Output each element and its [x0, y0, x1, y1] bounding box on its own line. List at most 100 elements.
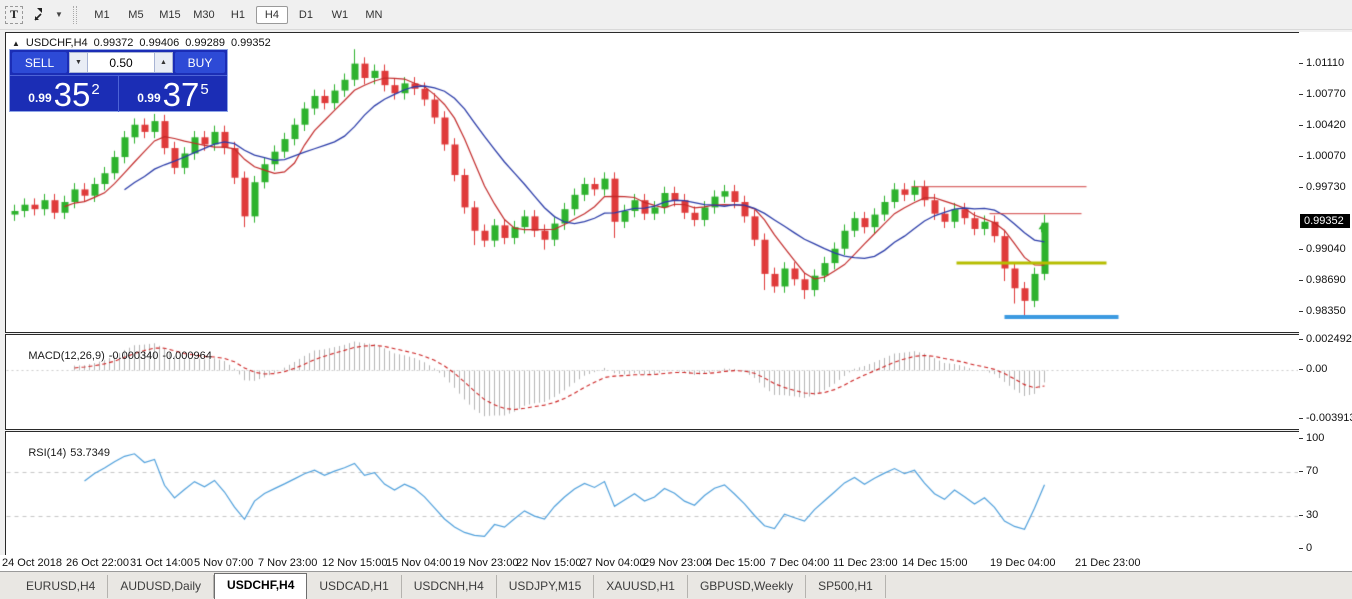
ohlc-open: 0.99372 — [94, 37, 134, 49]
chart-tab-sp500-h1[interactable]: SP500,H1 — [806, 575, 886, 598]
chart-tab-usdjpy-m15[interactable]: USDJPY,M15 — [497, 575, 594, 598]
chart-tab-audusd-daily[interactable]: AUDUSD,Daily — [108, 575, 214, 598]
price-axis-label: 1.00420 — [1306, 119, 1346, 131]
collapse-triangle-icon[interactable]: ▲ — [12, 39, 20, 48]
text-tool-icon: T — [5, 6, 23, 24]
axis-tick-mark — [1299, 515, 1303, 516]
macd-axis-label: -0.003913 — [1306, 412, 1352, 424]
sell-price-display[interactable]: 0.99 35 2 — [10, 76, 119, 112]
price-axis-label: 0.98690 — [1306, 274, 1346, 286]
volume-increase-button[interactable]: ▲ — [154, 52, 173, 73]
rsi-axis-label: 100 — [1306, 432, 1324, 444]
date-axis-label: 29 Nov 23:00 — [643, 557, 708, 569]
text-label-tool-button[interactable]: T — [4, 5, 24, 25]
sell-price-pips: 35 — [54, 80, 91, 110]
timeframe-button-m5[interactable]: M5 — [120, 6, 152, 24]
axis-tick-mark — [1299, 249, 1303, 250]
rsi-axis-label: 30 — [1306, 509, 1318, 521]
buy-button[interactable]: BUY — [175, 52, 225, 73]
timeframe-button-h4[interactable]: H4 — [256, 6, 288, 24]
axis-tick-mark — [1299, 369, 1303, 370]
chart-header: ▲ USDCHF,H4 0.99372 0.99406 0.99289 0.99… — [12, 37, 271, 49]
chevron-down-icon[interactable]: ▼ — [55, 10, 63, 19]
price-axis-label: 1.01110 — [1306, 57, 1344, 69]
date-axis-label: 14 Dec 15:00 — [902, 557, 967, 569]
date-axis-label: 27 Nov 04:00 — [580, 557, 645, 569]
one-click-trade-panel: SELL ▼ 0.50 ▲ BUY 0.99 35 2 0.99 37 5 — [9, 49, 228, 112]
timeframe-button-m30[interactable]: M30 — [188, 6, 220, 24]
date-axis-label: 24 Oct 2018 — [2, 557, 62, 569]
timeframe-button-d1[interactable]: D1 — [290, 6, 322, 24]
macd-axis-label: 0.00 — [1306, 363, 1327, 375]
rsi-value: 53.7349 — [70, 447, 110, 459]
macd-signal-value: -0.000964 — [162, 350, 212, 362]
chart-tab-gbpusd-weekly[interactable]: GBPUSD,Weekly — [688, 575, 806, 598]
price-axis-label: 0.99730 — [1306, 181, 1346, 193]
sell-button[interactable]: SELL — [12, 52, 67, 73]
buy-price-point: 5 — [200, 81, 208, 98]
chart-symbol-timeframe: USDCHF,H4 — [26, 37, 88, 49]
price-axis-label: 1.00070 — [1306, 150, 1346, 162]
price-axis[interactable]: 1.01110 1.00770 1.00420 1.00070 0.99730 0.990… — [1299, 32, 1352, 555]
axis-tick-mark — [1299, 339, 1303, 340]
chart-tab-usdcad-h1[interactable]: USDCAD,H1 — [307, 575, 401, 598]
sell-price-point: 2 — [91, 81, 99, 98]
arrow-objects-tool-button[interactable] — [28, 5, 54, 25]
timeframe-button-group: M1M5M15M30H1H4D1W1MN — [85, 6, 391, 24]
buy-price-display[interactable]: 0.99 37 5 — [119, 76, 227, 112]
date-axis-label: 15 Nov 04:00 — [386, 557, 451, 569]
rsi-axis-label: 70 — [1306, 465, 1318, 477]
timeframe-button-m15[interactable]: M15 — [154, 6, 186, 24]
axis-tick-mark — [1299, 187, 1303, 188]
date-axis-label: 26 Oct 22:00 — [66, 557, 129, 569]
axis-tick-mark — [1299, 94, 1303, 95]
rsi-indicator-panel[interactable]: RSI(14) 53.7349 — [5, 431, 1301, 557]
buy-price-base: 0.99 — [137, 91, 160, 105]
macd-indicator-panel[interactable]: MACD(12,26,9) -0.000340-0.000964 — [5, 334, 1301, 430]
chart-tab-xauusd-h1[interactable]: XAUUSD,H1 — [594, 575, 688, 598]
rsi-label: RSI(14) 53.7349 — [10, 435, 114, 471]
date-axis-label: 7 Dec 04:00 — [770, 557, 829, 569]
current-price-badge: 0.99352 — [1300, 214, 1350, 228]
price-axis-label: 0.98350 — [1306, 305, 1346, 317]
date-axis-label: 5 Nov 07:00 — [194, 557, 253, 569]
date-axis-label: 4 Dec 15:00 — [706, 557, 765, 569]
date-axis-label: 19 Nov 23:00 — [453, 557, 518, 569]
axis-tick-mark — [1299, 548, 1303, 549]
date-axis-label: 7 Nov 23:00 — [258, 557, 317, 569]
axis-tick-mark — [1299, 471, 1303, 472]
axis-tick-mark — [1299, 311, 1303, 312]
sell-price-base: 0.99 — [28, 91, 51, 105]
macd-label: MACD(12,26,9) -0.000340-0.000964 — [10, 338, 216, 374]
rsi-name: RSI(14) — [28, 447, 66, 459]
toolbar-separator — [73, 6, 77, 24]
trade-panel-top-row: SELL ▼ 0.50 ▲ BUY — [10, 50, 227, 76]
timeframe-button-w1[interactable]: W1 — [324, 6, 356, 24]
volume-decrease-button[interactable]: ▼ — [69, 52, 88, 73]
chart-tab-eurusd-h4[interactable]: EURUSD,H4 — [14, 575, 108, 598]
timeframe-button-h1[interactable]: H1 — [222, 6, 254, 24]
rsi-canvas[interactable] — [6, 432, 1298, 554]
arrows-icon — [32, 7, 50, 23]
price-axis-label: 1.00770 — [1306, 88, 1346, 100]
macd-main-value: -0.000340 — [109, 350, 159, 362]
date-axis-label: 21 Dec 23:00 — [1075, 557, 1140, 569]
timeframe-button-mn[interactable]: MN — [358, 6, 390, 24]
date-axis[interactable]: 24 Oct 2018 26 Oct 22:0031 Oct 14:005 Nov… — [0, 555, 1352, 571]
date-axis-label: 12 Nov 15:00 — [322, 557, 387, 569]
buy-price-pips: 37 — [163, 80, 200, 110]
date-axis-label: 31 Oct 14:00 — [130, 557, 193, 569]
macd-axis-label: 0.002492 — [1306, 333, 1352, 345]
chart-tab-usdchf-h4[interactable]: USDCHF,H4 — [214, 573, 307, 599]
ohlc-close: 0.99352 — [231, 37, 271, 49]
chart-tab-usdcnh-h4[interactable]: USDCNH,H4 — [402, 575, 497, 598]
axis-tick-mark — [1299, 280, 1303, 281]
price-axis-label: 0.99040 — [1306, 243, 1346, 255]
date-axis-label: 22 Nov 15:00 — [516, 557, 581, 569]
timeframe-button-m1[interactable]: M1 — [86, 6, 118, 24]
axis-tick-mark — [1299, 418, 1303, 419]
macd-name: MACD(12,26,9) — [28, 350, 104, 362]
volume-input[interactable]: 0.50 — [88, 52, 154, 73]
price-chart-panel[interactable]: ▲ USDCHF,H4 0.99372 0.99406 0.99289 0.99… — [5, 32, 1301, 333]
axis-tick-mark — [1299, 156, 1303, 157]
